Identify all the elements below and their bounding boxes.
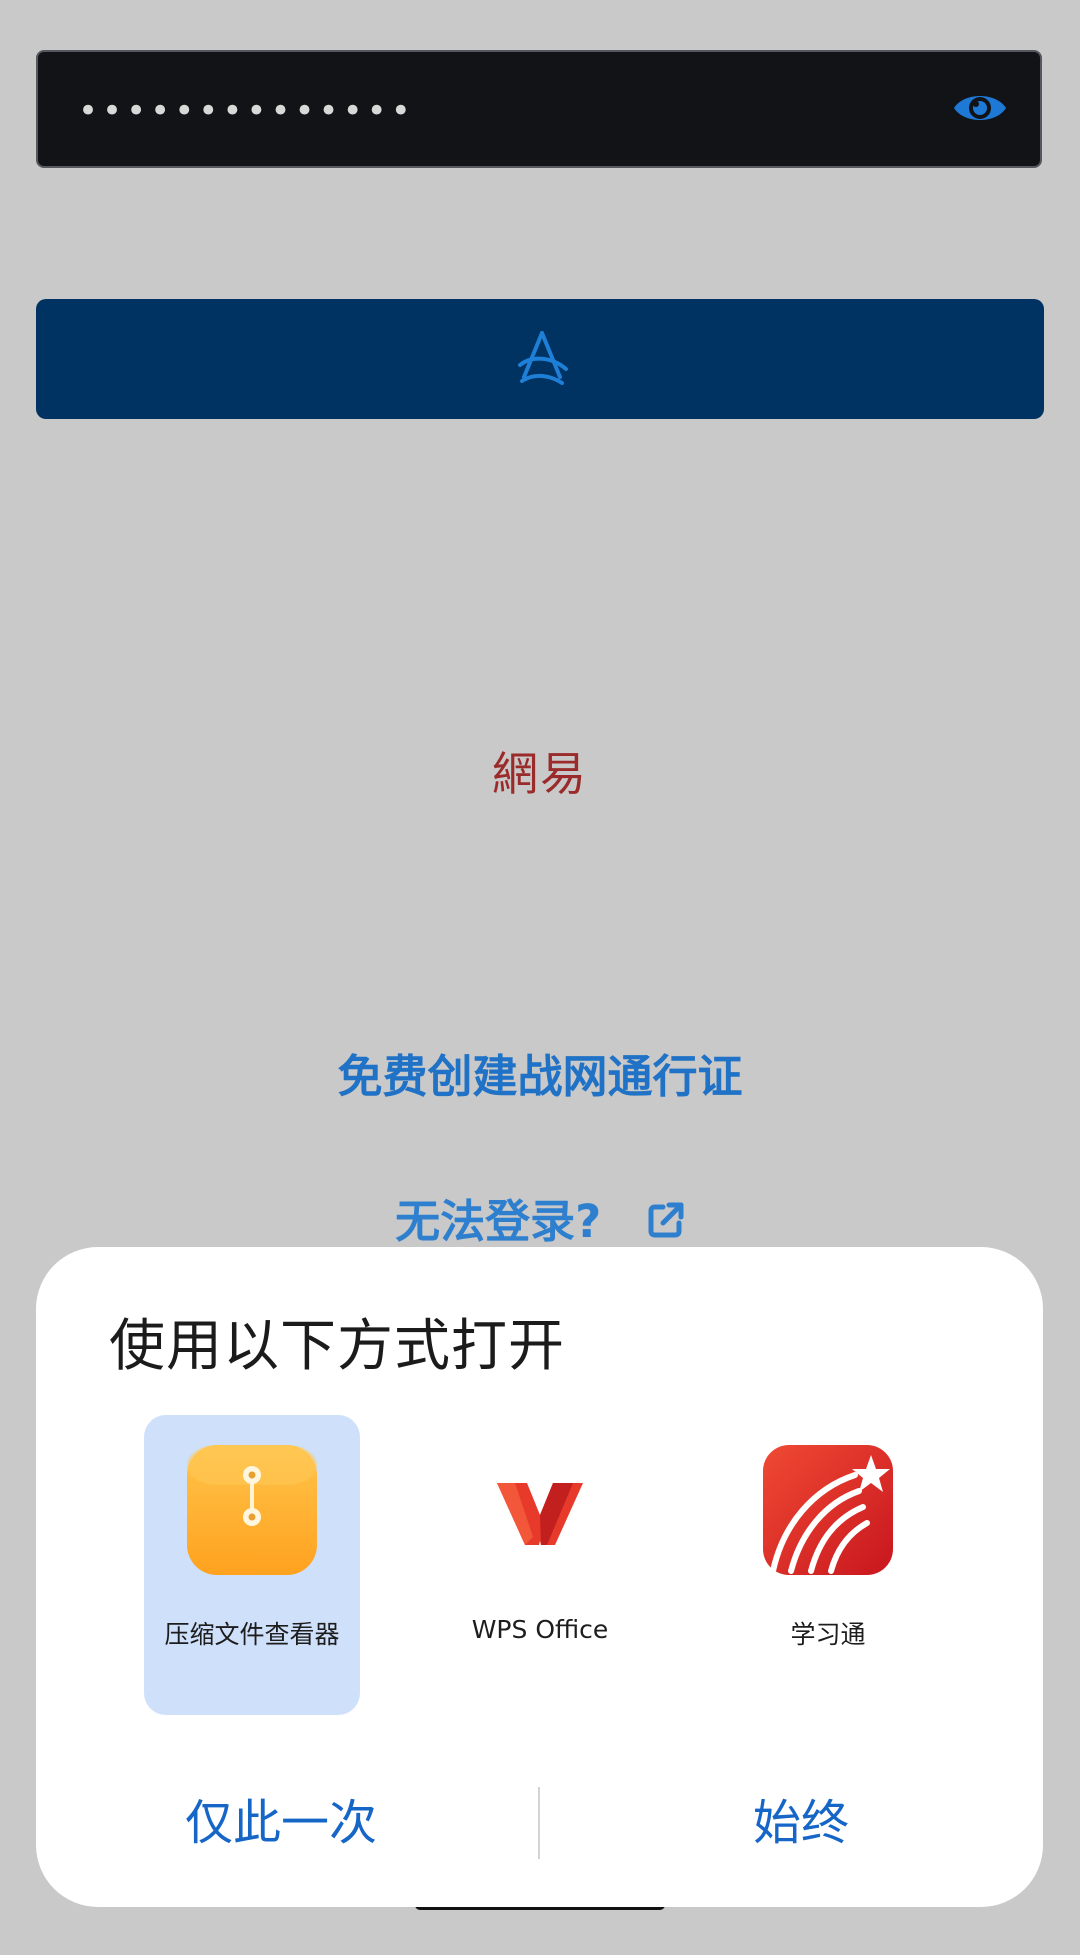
app-label: 学习通 bbox=[790, 1620, 866, 1649]
archive-viewer-icon bbox=[187, 1445, 317, 1575]
actions-divider bbox=[538, 1787, 540, 1859]
app-label: 压缩文件查看器 bbox=[164, 1620, 340, 1649]
cannot-login-label: 无法登录? bbox=[395, 1195, 602, 1248]
create-account-link[interactable]: 免费创建战网通行证 bbox=[0, 1040, 1080, 1105]
app-option-archive-viewer[interactable]: 压缩文件查看器 bbox=[144, 1415, 360, 1715]
xuexitong-icon bbox=[763, 1445, 893, 1575]
app-label: WPS Office bbox=[471, 1615, 609, 1644]
password-mask: •••••••••••••• bbox=[78, 91, 415, 131]
app-option-xuexitong[interactable]: 学习通 bbox=[720, 1415, 936, 1715]
login-button[interactable] bbox=[36, 299, 1044, 419]
external-link-icon bbox=[648, 1202, 684, 1238]
sheet-title: 使用以下方式打开 bbox=[109, 1314, 565, 1379]
wps-office-icon bbox=[497, 1483, 583, 1545]
netease-logo: 網易 bbox=[492, 747, 588, 801]
loading-icon bbox=[518, 331, 568, 385]
password-field[interactable]: •••••••••••••• bbox=[36, 50, 1042, 168]
open-with-sheet: 使用以下方式打开 压缩文件查看器 WPS Office 学习通 仅此一次 始终 bbox=[36, 1247, 1043, 1907]
cannot-login-link[interactable]: 无法登录? bbox=[0, 1185, 1080, 1250]
app-option-wps-office[interactable]: WPS Office bbox=[432, 1415, 648, 1715]
just-once-button[interactable]: 仅此一次 bbox=[96, 1787, 466, 1859]
always-button[interactable]: 始终 bbox=[616, 1787, 986, 1859]
eye-icon[interactable] bbox=[952, 88, 1008, 128]
